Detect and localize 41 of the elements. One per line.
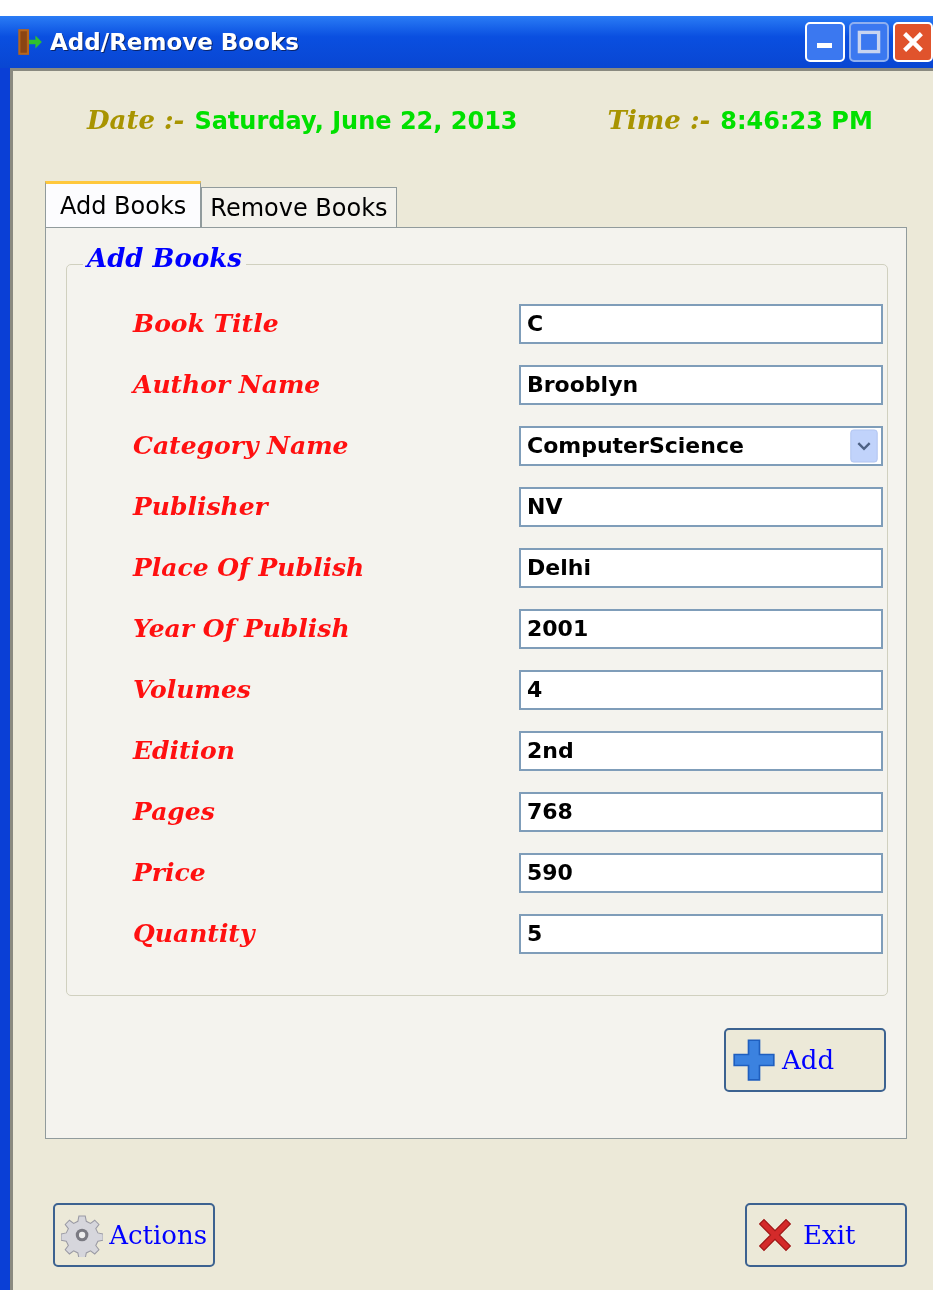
field-label: Year Of Publish: [133, 614, 350, 643]
field-label: Publisher: [133, 492, 268, 521]
door-icon: [16, 27, 42, 57]
tab[interactable]: Add Books: [45, 181, 202, 227]
minimize-icon: [817, 43, 832, 48]
field-label: Pages: [133, 797, 215, 826]
input-field[interactable]: 2001: [519, 608, 883, 649]
input-field[interactable]: Delhi: [519, 547, 883, 588]
close-icon: [901, 30, 925, 54]
minimize-button[interactable]: [805, 22, 845, 62]
actions-button[interactable]: Actions: [53, 1203, 215, 1267]
maximize-icon: [857, 30, 881, 54]
input-field[interactable]: 768: [519, 791, 883, 832]
add-button[interactable]: Add: [724, 1028, 886, 1092]
field-label: Place Of Publish: [133, 553, 365, 582]
window-title: Add/Remove Books: [50, 29, 299, 55]
close-button[interactable]: [893, 22, 933, 62]
input-field[interactable]: Brooblyn: [519, 364, 883, 405]
time-value: 8:46:23 PM: [720, 107, 873, 135]
input-field[interactable]: C: [519, 303, 883, 344]
field-label: Category Name: [133, 431, 349, 460]
category-dropdown[interactable]: ComputerScience: [519, 425, 883, 466]
gear-icon: [61, 1213, 104, 1257]
input-field[interactable]: 5: [519, 913, 883, 954]
tab[interactable]: Remove Books: [201, 187, 397, 227]
field-label: Book Title: [133, 309, 279, 338]
input-field[interactable]: 4: [519, 669, 883, 710]
exit-button[interactable]: Exit: [745, 1203, 907, 1267]
field-label: Volumes: [133, 675, 251, 704]
date-label: Date :-: [87, 105, 185, 135]
date-value: Saturday, June 22, 2013: [194, 107, 518, 135]
time-label: Time :-: [607, 105, 711, 135]
field-label: Quantity: [133, 919, 255, 948]
input-field[interactable]: 590: [519, 852, 883, 893]
field-label: Price: [133, 858, 206, 887]
input-field[interactable]: NV: [519, 486, 883, 527]
input-field[interactable]: 2nd: [519, 730, 883, 771]
plus-icon: [732, 1038, 776, 1082]
field-label: Edition: [133, 736, 235, 765]
field-label: Author Name: [133, 370, 321, 399]
maximize-button[interactable]: [849, 22, 889, 62]
